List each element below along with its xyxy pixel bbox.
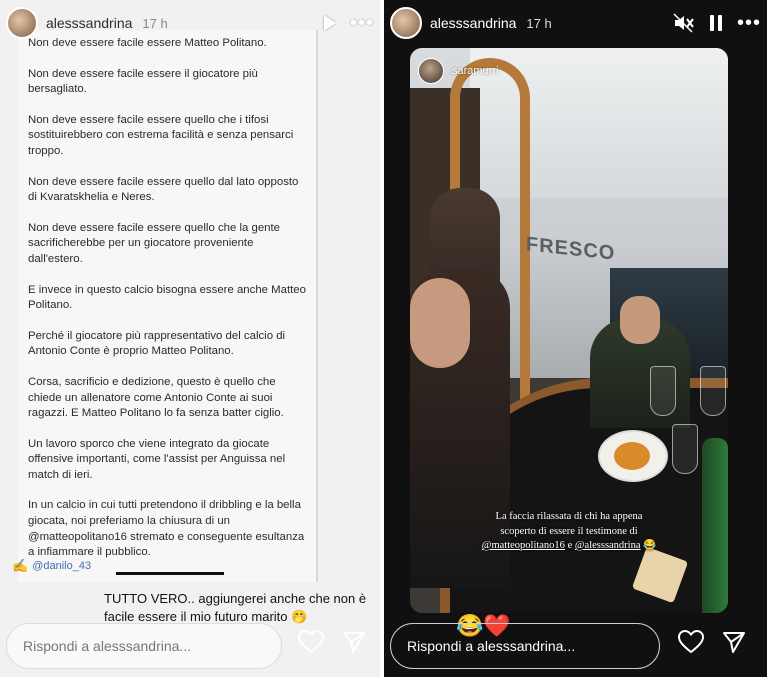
right-story-panel: FRESCO saramurri La faccia rilassata di … xyxy=(384,0,767,677)
post-paragraph: In un calcio in cui tutti pretendono il … xyxy=(28,499,305,559)
post-screenshot: Non deve essere facile essere Matteo Pol… xyxy=(18,30,318,582)
avatar[interactable] xyxy=(390,7,422,39)
play-icon[interactable] xyxy=(323,15,336,31)
story-username[interactable]: alesssandrina xyxy=(430,15,516,31)
story-time: 17 h xyxy=(142,15,168,31)
signature: ✍️ @danilo_43 xyxy=(12,558,91,574)
story-comment-text: TUTTO VERO.. aggiungerei anche che non è… xyxy=(104,591,367,624)
reply-input[interactable]: Rispondi a alesssandrina... xyxy=(390,623,660,669)
signature-handle[interactable]: @danilo_43 xyxy=(32,560,91,572)
writing-hand-icon: ✍️ xyxy=(12,558,29,573)
post-paragraph: Non deve essere facile essere il giocato… xyxy=(28,67,258,96)
more-icon[interactable]: ••• xyxy=(737,13,761,33)
photo-caption: La faccia rilassata di chi ha appena sco… xyxy=(410,510,728,554)
caption-line: La faccia rilassata di chi ha appena xyxy=(495,511,643,522)
caption-mention[interactable]: @matteopolitano16 xyxy=(482,540,565,551)
send-icon[interactable] xyxy=(342,630,366,659)
pause-icon[interactable] xyxy=(709,14,723,32)
post-paragraph: Non deve essere facile essere quello che… xyxy=(28,221,281,265)
heart-icon[interactable] xyxy=(677,629,705,659)
post-text: Non deve essere facile essere Matteo Pol… xyxy=(28,36,308,576)
post-paragraph: Corsa, sacrificio e dedizione, questo è … xyxy=(28,375,284,420)
caption-line: @matteopolitano16 e @alesssandrina 😂 xyxy=(481,540,657,551)
redaction-bar xyxy=(116,572,224,575)
photo-attribution: saramurri xyxy=(418,58,498,84)
post-paragraph: E invece in questo calcio bisogna essere… xyxy=(28,283,306,312)
story-header: alesssandrina 17 h ••• xyxy=(6,6,374,40)
reply-input[interactable]: Rispondi a alesssandrina... xyxy=(6,623,282,669)
laughing-emoji: 😂 xyxy=(640,540,657,551)
send-icon[interactable] xyxy=(722,630,746,659)
caption-line: scoperto di essere il testimone di xyxy=(500,525,638,537)
story-time: 17 h xyxy=(526,15,552,31)
more-icon[interactable]: ••• xyxy=(350,13,374,33)
avatar[interactable] xyxy=(418,58,444,84)
post-paragraph: Perché il giocatore più rappresentativo … xyxy=(28,329,286,358)
post-paragraph: Un lavoro sporco che viene integrato da … xyxy=(28,437,286,481)
story-username[interactable]: alesssandrina xyxy=(46,15,132,31)
heart-icon[interactable] xyxy=(297,629,325,659)
post-paragraph: Non deve essere facile essere quello che… xyxy=(28,113,294,157)
caption-mention[interactable]: @alesssandrina xyxy=(575,540,641,551)
avatar[interactable] xyxy=(6,7,38,39)
photo-username[interactable]: saramurri xyxy=(452,65,498,77)
story-photo: FRESCO saramurri La faccia rilassata di … xyxy=(410,48,728,613)
post-paragraph: Non deve essere facile essere quello dal… xyxy=(28,175,299,204)
left-story-panel: Non deve essere facile essere Matteo Pol… xyxy=(0,0,380,677)
story-header: alesssandrina 17 h ••• xyxy=(390,6,761,40)
mute-icon[interactable] xyxy=(673,13,695,33)
